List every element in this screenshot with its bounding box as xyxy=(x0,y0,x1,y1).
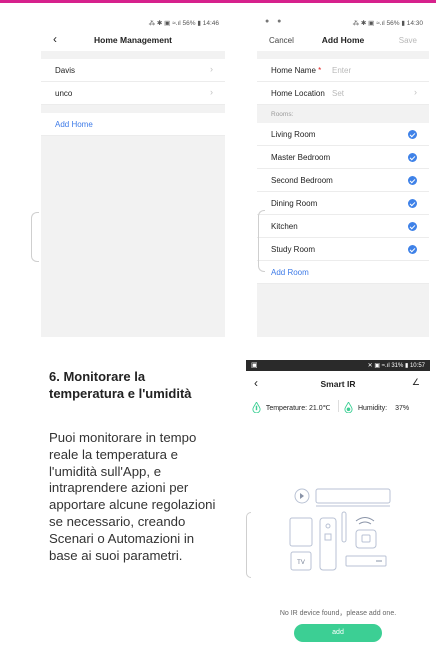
status-bar: ▣ ✕ ▣ ≈.ıl 31% ▮ 10:57 xyxy=(246,360,430,371)
rooms-header: Rooms: xyxy=(257,105,429,123)
room-item[interactable]: Living Room xyxy=(257,123,429,146)
gallery-icon: ▣ xyxy=(251,362,258,369)
wifi-icon xyxy=(355,517,375,525)
room-item[interactable]: Kitchen xyxy=(257,215,429,238)
remote-control-icon xyxy=(319,517,337,571)
section-gap xyxy=(41,105,225,113)
home-name-input[interactable]: Enter xyxy=(332,66,351,75)
section-heading: 6. Monitorare la temperatura e l'umidità xyxy=(49,369,192,401)
nav-bar: ‹ Home Management xyxy=(41,29,225,51)
home-name: unco xyxy=(55,89,73,98)
add-room-button[interactable]: Add Room xyxy=(257,261,429,284)
humidity-drop-icon xyxy=(344,402,353,413)
chevron-right-icon: › xyxy=(414,87,417,97)
chevron-right-icon: › xyxy=(210,87,213,97)
divider-bracket xyxy=(258,210,265,272)
smart-socket-icon xyxy=(355,529,377,549)
ir-devices-illustration: TV xyxy=(289,488,391,571)
humidity-label: Humidity: xyxy=(357,405,388,412)
humidity-readout: Humidity: 37% xyxy=(344,402,409,413)
thermometer-drop-icon xyxy=(252,402,261,413)
room-label: Dining Room xyxy=(271,199,318,208)
status-text: ⁂ ✱ ▣ ≈.ıl 56% ▮ 14:46 xyxy=(148,20,219,27)
nav-bar: Cancel Add Home Save xyxy=(257,29,429,51)
edit-icon[interactable]: ∠ xyxy=(412,377,420,388)
status-text: ⁂ ✱ ▣ ≈.ıl 56% ▮ 14:30 xyxy=(352,20,423,27)
section-gap xyxy=(257,51,429,59)
add-device-button[interactable]: add xyxy=(294,624,382,642)
save-button[interactable]: Save xyxy=(399,36,417,45)
remote-device-icon xyxy=(289,517,313,547)
status-bar: ⁂ ✱ ▣ ≈.ıl 56% ▮ 14:46 xyxy=(41,15,225,29)
top-accent-bar xyxy=(0,0,436,3)
home-name-label: Home Name * xyxy=(271,66,321,75)
readout-divider xyxy=(338,400,339,412)
smart-ir-screen: ▣ ✕ ▣ ≈.ıl 31% ▮ 10:57 ‹ Smart IR ∠ Temp… xyxy=(246,360,430,656)
home-location-value: Set xyxy=(332,89,345,98)
add-home-screen: ● ● ⁂ ✱ ▣ ≈.ıl 56% ▮ 14:30 Cancel Add Ho… xyxy=(257,15,429,337)
room-item[interactable]: Master Bedroom xyxy=(257,146,429,169)
checkmark-icon[interactable] xyxy=(408,153,417,162)
room-item[interactable]: Second Bedroom xyxy=(257,169,429,192)
temperature-label: Temperature: xyxy=(265,405,308,412)
add-room-label: Add Room xyxy=(271,268,309,277)
home-item[interactable]: unco › xyxy=(41,82,225,105)
status-text: ✕ ▣ ≈.ıl 31% ▮ 10:57 xyxy=(367,363,425,369)
thermostat-icon xyxy=(341,511,347,543)
divider-bracket xyxy=(31,212,39,262)
home-item[interactable]: Davis › xyxy=(41,59,225,82)
checkmark-icon[interactable] xyxy=(408,176,417,185)
room-label: Second Bedroom xyxy=(271,176,333,185)
humidity-value: 37% xyxy=(395,405,410,412)
room-item[interactable]: Study Room xyxy=(257,238,429,261)
add-home-label: Add Home xyxy=(55,120,93,129)
notification-icons: ● ● xyxy=(265,18,285,25)
section-gap xyxy=(41,51,225,59)
home-name: Davis xyxy=(55,66,76,75)
air-conditioner-icon xyxy=(315,488,391,504)
room-label: Living Room xyxy=(271,130,316,139)
tv-label: TV xyxy=(297,560,305,566)
room-label: Study Room xyxy=(271,245,316,254)
checkmark-icon[interactable] xyxy=(408,222,417,231)
add-home-button[interactable]: Add Home xyxy=(41,113,225,136)
label-text: Home Name xyxy=(271,66,316,75)
home-name-field[interactable]: Home Name * Enter xyxy=(257,59,429,82)
room-label: Kitchen xyxy=(271,222,298,231)
status-bar: ● ● ⁂ ✱ ▣ ≈.ıl 56% ▮ 14:30 xyxy=(257,15,429,29)
checkmark-icon[interactable] xyxy=(408,130,417,139)
chevron-right-icon: › xyxy=(210,64,213,74)
section-body: Puoi monitorare in tempo reale la temper… xyxy=(49,430,216,563)
home-management-screen: ⁂ ✱ ▣ ≈.ıl 56% ▮ 14:46 ‹ Home Management… xyxy=(41,15,225,337)
required-mark: * xyxy=(318,66,322,75)
empty-state-message: No IR device found，please add one. xyxy=(279,610,397,617)
divider-bracket xyxy=(246,512,251,578)
temperature-readout: Temperature: 21.0℃ xyxy=(252,402,331,413)
temperature-value: 21.0℃ xyxy=(309,405,331,412)
page-title: Smart IR xyxy=(320,379,356,389)
room-label: Master Bedroom xyxy=(271,153,331,162)
page-title: Home Management xyxy=(94,35,172,45)
room-item[interactable]: Dining Room xyxy=(257,192,429,215)
checkmark-icon[interactable] xyxy=(408,245,417,254)
home-location-field[interactable]: Home Location Set › xyxy=(257,82,429,105)
home-location-label: Home Location xyxy=(271,89,325,98)
nav-bar: ‹ Smart IR ∠ xyxy=(246,371,430,393)
checkmark-icon[interactable] xyxy=(408,199,417,208)
